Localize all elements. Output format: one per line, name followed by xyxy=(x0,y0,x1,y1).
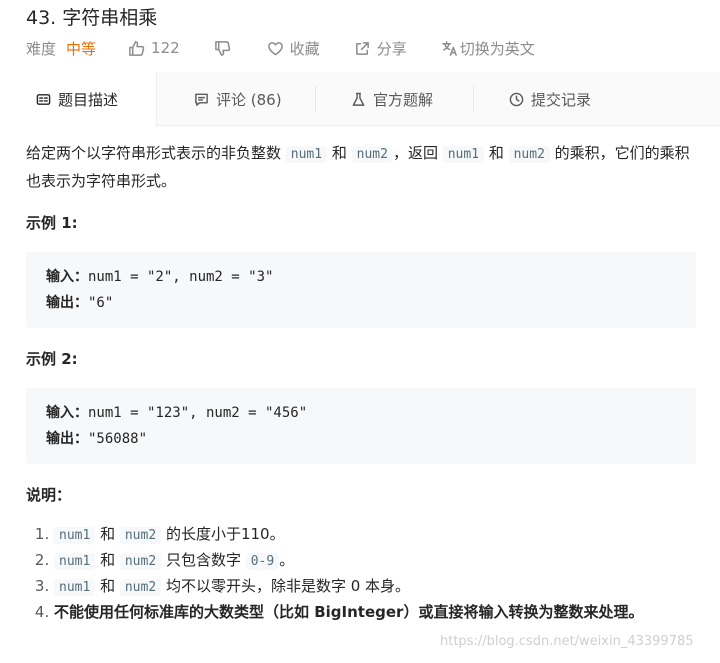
tab-description-label: 题目描述 xyxy=(58,91,119,109)
tab-divider xyxy=(473,86,474,112)
heart-icon xyxy=(267,41,283,55)
example-output: "56088" xyxy=(88,431,148,447)
output-label: 输出： xyxy=(46,431,88,447)
example-2-block: 输入：num1 = "123", num2 = "456" 输出："56088" xyxy=(26,388,696,464)
problem-header: 43. 字符串相乘 难度 中等 122 收藏 分享 切换为英文 xyxy=(0,0,720,72)
tab-submissions[interactable]: 提交记录 xyxy=(509,72,591,126)
favorite-button[interactable]: 收藏 xyxy=(267,38,320,59)
problem-tabs: 题目描述 评论 (86) 官方题解 提交记录 xyxy=(0,72,720,127)
description-text: 和 xyxy=(484,144,509,162)
tab-description[interactable]: 题目描述 xyxy=(0,72,157,127)
example-output: "6" xyxy=(88,295,114,311)
description-paragraph: 给定两个以字符串形式表示的非负整数 num1 和 num2 ，返回 num1 和 … xyxy=(26,140,696,194)
example-input: num1 = "123", num2 = "456" xyxy=(88,405,308,421)
list-item: 不能使用任何标准库的大数类型（比如 BigInteger）或直接将输入转换为整数… xyxy=(54,600,696,625)
translate-button[interactable]: 切换为英文 xyxy=(441,38,535,59)
difficulty-label: 难度 xyxy=(26,39,57,58)
share-button[interactable]: 分享 xyxy=(354,38,407,59)
example-2-heading: 示例 2: xyxy=(26,350,78,368)
notes-list: num1 和 num2 的长度小于110。 num1 和 num2 只包含数字 … xyxy=(26,522,696,625)
tab-solution[interactable]: 官方题解 xyxy=(351,72,433,126)
tab-divider xyxy=(315,86,316,112)
note-text: 。 xyxy=(279,551,295,569)
output-label: 输出： xyxy=(46,295,88,311)
note-text: 和 xyxy=(95,577,120,595)
tab-submissions-label: 提交记录 xyxy=(531,90,592,109)
list-item: num1 和 num2 均不以零开头，除非是数字 0 本身。 xyxy=(54,574,696,600)
tab-solution-label: 官方题解 xyxy=(373,90,434,109)
code-num2: num2 xyxy=(119,527,162,544)
share-label: 分享 xyxy=(376,39,407,58)
note-text: 只包含数字 xyxy=(161,551,246,569)
note-text: 均不以零开头，除非是数字 0 本身。 xyxy=(161,577,411,595)
example-1-heading: 示例 1: xyxy=(26,214,78,232)
code-num1: num1 xyxy=(54,579,96,596)
dislike-button[interactable] xyxy=(214,40,231,57)
difficulty-value: 中等 xyxy=(66,39,97,58)
description-text: 给定两个以字符串形式表示的非负整数 xyxy=(26,144,286,162)
description-text: 和 xyxy=(327,144,352,162)
watermark: https://blog.csdn.net/weixin_43399785 xyxy=(440,634,694,649)
favorite-label: 收藏 xyxy=(289,39,320,58)
input-label: 输入： xyxy=(46,269,88,285)
problem-description: 给定两个以字符串形式表示的非负整数 num1 和 num2 ，返回 num1 和 … xyxy=(26,140,696,625)
like-count: 122 xyxy=(151,39,180,57)
note-bold-text: 不能使用任何标准库的大数类型（比如 BigInteger）或直接将输入转换为整数… xyxy=(54,603,644,621)
example-1-block: 输入：num1 = "2", num2 = "3" 输出："6" xyxy=(26,252,696,328)
share-icon xyxy=(355,41,369,55)
code-num2: num2 xyxy=(351,146,393,163)
translate-label: 切换为英文 xyxy=(459,39,535,58)
code-num1: num1 xyxy=(54,527,96,544)
flask-icon xyxy=(352,92,365,106)
notes-heading: 说明： xyxy=(26,486,72,504)
tab-comments[interactable]: 评论 (86) xyxy=(194,72,282,126)
comment-icon xyxy=(195,93,208,106)
code-num1: num1 xyxy=(54,553,96,570)
clock-icon xyxy=(509,92,524,106)
note-text: 和 xyxy=(95,551,120,569)
code-num2: num2 xyxy=(119,553,162,570)
like-button[interactable]: 122 xyxy=(128,39,180,57)
code-num1: num1 xyxy=(442,146,485,163)
problem-title: 43. 字符串相乘 xyxy=(26,7,158,29)
code-num2: num2 xyxy=(119,579,162,596)
translate-icon xyxy=(441,40,457,56)
thumbs-up-icon xyxy=(129,40,145,56)
note-text: 和 xyxy=(95,525,120,543)
tab-comments-label: 评论 (86) xyxy=(216,90,282,109)
note-text: 的长度小于110。 xyxy=(161,525,285,543)
code-num2: num2 xyxy=(508,146,550,163)
description-text: ，返回 xyxy=(392,144,443,162)
description-icon xyxy=(36,94,51,105)
code-num1: num1 xyxy=(285,146,328,163)
code-digits: 0-9 xyxy=(245,553,280,570)
input-label: 输入： xyxy=(46,405,88,421)
example-input: num1 = "2", num2 = "3" xyxy=(88,269,274,285)
list-item: num1 和 num2 只包含数字 0-9。 xyxy=(54,548,696,574)
thumbs-down-icon xyxy=(214,40,230,56)
list-item: num1 和 num2 的长度小于110。 xyxy=(54,522,696,548)
problem-meta-bar: 难度 中等 122 收藏 分享 切换为英文 xyxy=(26,36,535,60)
